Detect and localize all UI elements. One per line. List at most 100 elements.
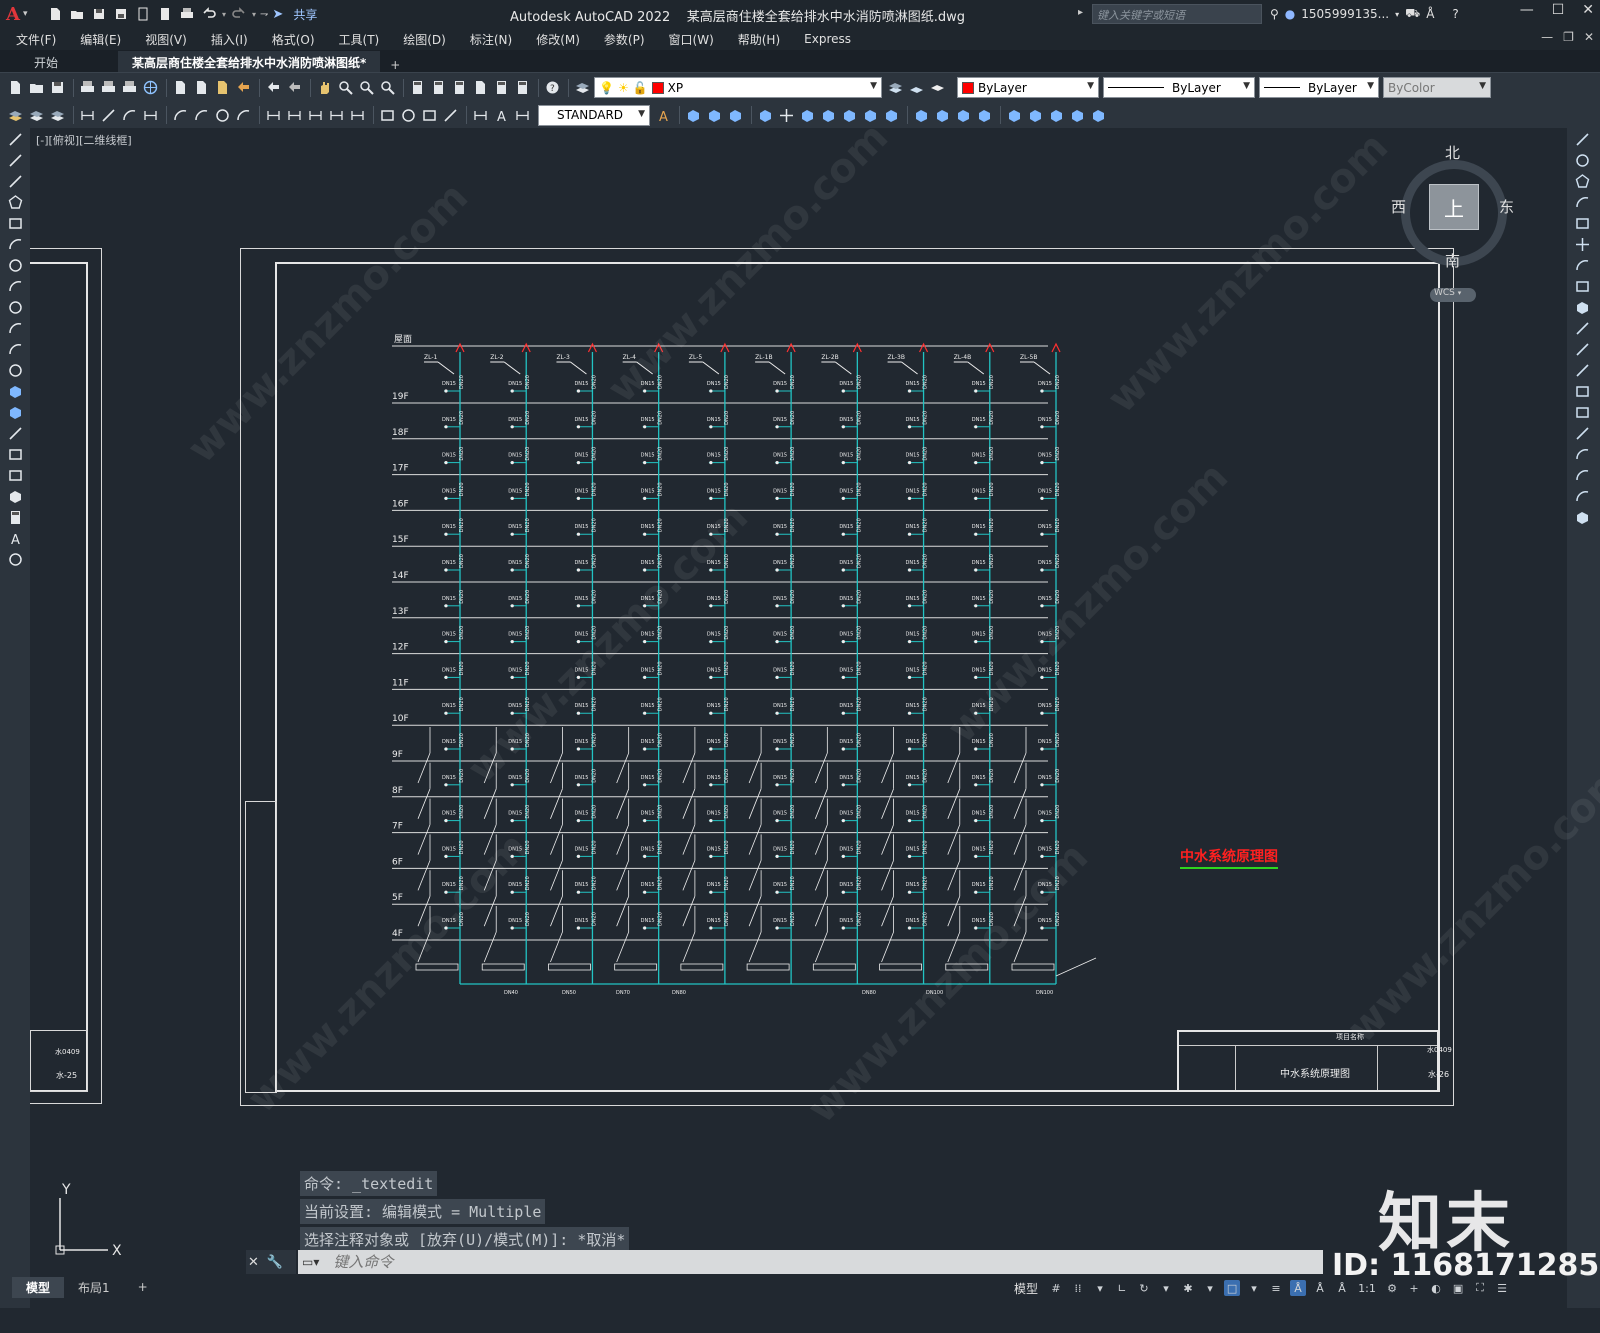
redo-icon[interactable]	[285, 78, 304, 97]
polyline-icon[interactable]	[5, 172, 25, 191]
explode-icon[interactable]	[1005, 106, 1024, 125]
dim-edit-icon[interactable]	[471, 106, 490, 125]
web-mobile-icon[interactable]	[134, 5, 152, 23]
join-icon[interactable]	[933, 106, 952, 125]
blend-curves-icon[interactable]	[1572, 466, 1592, 485]
menu-item[interactable]: 视图(V)	[133, 31, 199, 48]
sphere-icon[interactable]	[1089, 106, 1108, 125]
dim-aligned-icon[interactable]	[99, 106, 118, 125]
array-icon[interactable]	[705, 106, 724, 125]
layer-isolate-icon[interactable]	[928, 78, 947, 97]
properties-icon[interactable]	[408, 78, 427, 97]
tolerance-icon[interactable]	[378, 106, 397, 125]
match-properties-icon[interactable]	[234, 78, 253, 97]
menu-item[interactable]: 帮助(H)	[726, 31, 792, 48]
polygon-icon[interactable]	[5, 193, 25, 212]
command-close-icon[interactable]: ✕	[248, 1255, 259, 1270]
table-icon[interactable]	[5, 487, 25, 506]
center-mark-icon[interactable]	[399, 106, 418, 125]
rotate-icon[interactable]	[798, 106, 817, 125]
line-tool-icon[interactable]	[5, 130, 25, 149]
search-input[interactable]: 键入关键字或短语	[1092, 4, 1262, 24]
sheet-set-icon[interactable]	[471, 78, 490, 97]
extend-tool-icon[interactable]	[1572, 340, 1592, 359]
menu-item[interactable]: 标注(N)	[458, 31, 524, 48]
maximize-button[interactable]: ☐	[1552, 2, 1565, 18]
user-icon[interactable]: ●	[1285, 7, 1295, 21]
autodesk-a360-icon[interactable]: Å	[1426, 7, 1434, 21]
share-icon[interactable]: ➤	[272, 7, 283, 22]
rotate-tool-icon[interactable]	[1572, 256, 1592, 275]
cylinder-icon[interactable]	[1047, 106, 1066, 125]
layer-match-icon[interactable]	[907, 78, 926, 97]
revision-cloud-icon[interactable]	[5, 277, 25, 296]
close-button[interactable]: ✕	[1582, 2, 1594, 18]
open-file-icon[interactable]	[68, 5, 86, 23]
quickcalc-icon[interactable]	[513, 78, 532, 97]
share-button[interactable]: 共享	[293, 6, 317, 23]
move-icon[interactable]	[777, 106, 796, 125]
doc-restore-button[interactable]: ❐	[1563, 30, 1574, 44]
dim-update-icon[interactable]	[27, 106, 46, 125]
dim-override-icon[interactable]	[48, 106, 67, 125]
copy-icon[interactable]	[192, 78, 211, 97]
color-dropdown[interactable]: ByLayer ▼	[957, 77, 1099, 98]
menu-item[interactable]: 绘图(D)	[391, 31, 458, 48]
dim-quick-icon[interactable]	[264, 106, 283, 125]
compass-west[interactable]: 西	[1391, 196, 1406, 217]
move-tool-icon[interactable]	[1572, 235, 1592, 254]
make-block-icon[interactable]	[5, 382, 25, 401]
text-tool-icon[interactable]: A	[5, 529, 25, 548]
array-tool-icon[interactable]	[1572, 214, 1592, 233]
erase-icon[interactable]	[1572, 130, 1592, 149]
dim-angular-icon[interactable]	[234, 106, 253, 125]
new-file-icon[interactable]	[46, 5, 64, 23]
circle-tool-icon[interactable]	[5, 256, 25, 275]
auto-scale-icon[interactable]: Å	[1312, 1280, 1328, 1296]
menu-item[interactable]: 工具(T)	[327, 31, 392, 48]
construction-line-icon[interactable]	[5, 151, 25, 170]
add-selected-icon[interactable]	[5, 550, 25, 569]
ellipse-arc-icon[interactable]	[5, 340, 25, 359]
open-icon[interactable]	[27, 78, 46, 97]
viewcube-top-face[interactable]: 上	[1429, 184, 1479, 230]
command-input[interactable]	[333, 1253, 1234, 1271]
3d-tool-icon[interactable]	[1572, 508, 1592, 527]
customize-qat-icon[interactable]: ⇁	[260, 9, 268, 20]
jog-linear-icon[interactable]	[441, 106, 460, 125]
add-layout-button[interactable]: +	[124, 1278, 162, 1296]
drawing-canvas[interactable]: [-][俯视][二维线框] 水0409 水-25 屋面 19F 18F 17F 16F 1…	[30, 128, 1567, 1306]
rectangle-icon[interactable]	[5, 214, 25, 233]
break-point-icon[interactable]	[1572, 361, 1592, 380]
dim-style-icon[interactable]	[6, 106, 25, 125]
text-style-icon[interactable]: A	[654, 106, 673, 125]
object-snap-dropdown-icon[interactable]: ▾	[1246, 1280, 1262, 1296]
dim-diameter-icon[interactable]	[213, 106, 232, 125]
box-icon[interactable]	[1026, 106, 1045, 125]
zoom-realtime-icon[interactable]	[336, 78, 355, 97]
tab-model[interactable]: 模型	[12, 1276, 65, 1298]
autocad-logo-icon[interactable]: A ▾	[6, 2, 32, 26]
trim-tool-icon[interactable]	[1572, 319, 1592, 338]
offset-icon[interactable]	[756, 106, 775, 125]
paste-icon[interactable]	[213, 78, 232, 97]
menu-item[interactable]: 编辑(E)	[68, 31, 133, 48]
undo-dropdown-icon[interactable]: ▾	[222, 10, 226, 19]
zoom-previous-icon[interactable]	[378, 78, 397, 97]
snap-dropdown-icon[interactable]: ▾	[1092, 1280, 1108, 1296]
isodraft-icon[interactable]: ✱	[1180, 1280, 1196, 1296]
layer-previous-icon[interactable]	[886, 78, 905, 97]
tool-palettes-icon[interactable]	[450, 78, 469, 97]
design-center-icon[interactable]	[429, 78, 448, 97]
model-space-button[interactable]: 模型	[1010, 1280, 1042, 1297]
save-web-icon[interactable]	[156, 5, 174, 23]
pan-icon[interactable]	[315, 78, 334, 97]
insert-block-icon[interactable]	[5, 361, 25, 380]
join-tool-icon[interactable]	[1572, 403, 1592, 422]
command-customize-icon[interactable]: 🔧	[267, 1255, 283, 1270]
trim-icon[interactable]	[861, 106, 880, 125]
multiline-text-icon[interactable]	[5, 508, 25, 527]
doc-close-button[interactable]: ✕	[1584, 30, 1594, 44]
dim-jogged-icon[interactable]	[192, 106, 211, 125]
redo-icon[interactable]	[230, 5, 248, 23]
